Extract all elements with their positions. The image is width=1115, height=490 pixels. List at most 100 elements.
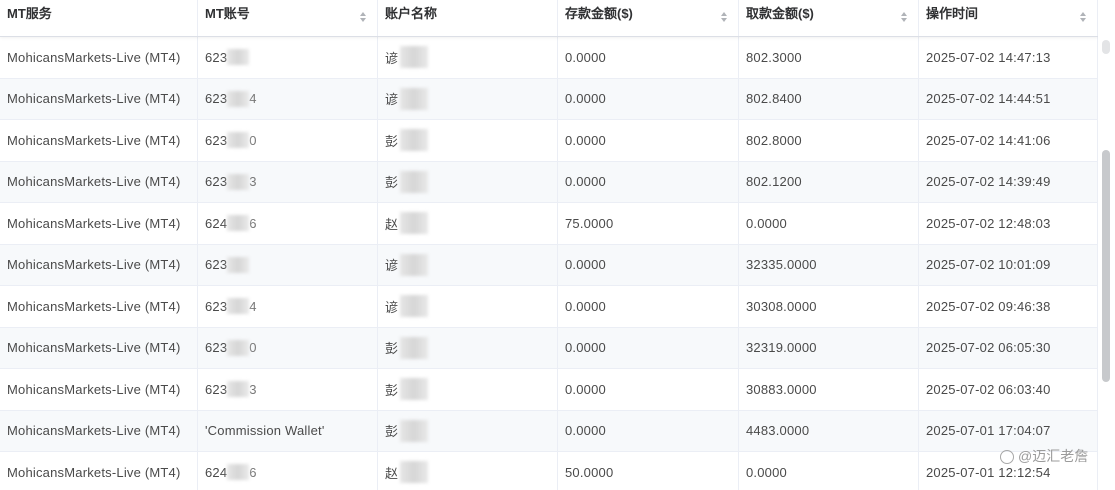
cell-account-name: 谚	[378, 244, 558, 285]
cell-deposit: 50.0000	[558, 452, 739, 490]
deposit-amount: 75.0000	[565, 215, 614, 231]
column-label: MT服务	[7, 5, 52, 21]
withdrawal-amount: 0.0000	[746, 215, 787, 231]
cell-time: 2025-07-02 14:41:06	[919, 120, 1098, 161]
redaction-blur	[227, 215, 250, 232]
mt-service-text: MohicansMarkets-Live (MT4)	[7, 174, 181, 190]
table-row[interactable]: MohicansMarkets-Live (MT4) 623 3 彭 0.0000 802…	[0, 161, 1098, 203]
account-prefix: 623	[205, 132, 228, 148]
cell-mt-account: 'Commission Wallet'	[198, 410, 378, 451]
deposit-amount: 0.0000	[565, 257, 606, 273]
cell-mt-service: MohicansMarkets-Live (MT4)	[0, 286, 198, 327]
cell-withdrawal: 32335.0000	[739, 244, 919, 285]
redaction-blur	[400, 46, 429, 69]
deposit-amount: 50.0000	[565, 464, 614, 480]
mt-service-text: MohicansMarkets-Live (MT4)	[7, 381, 181, 397]
sort-icon[interactable]	[901, 12, 908, 24]
cell-withdrawal: 0.0000	[739, 452, 919, 490]
redaction-blur	[400, 170, 429, 193]
redaction-blur	[400, 129, 429, 152]
cell-time: 2025-07-01 17:04:07	[919, 410, 1098, 451]
redaction-blur	[400, 378, 429, 401]
withdrawal-amount: 0.0000	[746, 464, 787, 480]
table-row[interactable]: MohicansMarkets-Live (MT4) 623 0 彭 0.0000 323…	[0, 327, 1098, 369]
cell-deposit: 0.0000	[558, 244, 739, 285]
cell-withdrawal: 0.0000	[739, 203, 919, 244]
account-suffix: 6	[249, 215, 257, 231]
column-header-mt-service: MT服务	[0, 0, 198, 36]
cell-withdrawal: 32319.0000	[739, 327, 919, 368]
vertical-scrollbar[interactable]	[1098, 0, 1115, 490]
column-header-withdrawal[interactable]: 取款金额($)	[739, 0, 919, 36]
table-row[interactable]: MohicansMarkets-Live (MT4) 623 谚 0.0000 802.…	[0, 37, 1098, 79]
cell-mt-account: 623 4	[198, 286, 378, 327]
sort-icon[interactable]	[1080, 12, 1087, 24]
scroll-thumb-top[interactable]	[1102, 40, 1110, 54]
redaction-blur	[227, 339, 250, 356]
operation-time: 2025-07-02 09:46:38	[926, 298, 1051, 314]
operation-time: 2025-07-02 10:01:09	[926, 257, 1051, 273]
account-prefix: 623	[205, 340, 228, 356]
mt-service-text: MohicansMarkets-Live (MT4)	[7, 91, 181, 107]
cell-mt-service: MohicansMarkets-Live (MT4)	[0, 203, 198, 244]
operation-time: 2025-07-02 06:03:40	[926, 381, 1051, 397]
operation-time: 2025-07-02 14:47:13	[926, 49, 1051, 65]
account-name-prefix: 赵	[385, 216, 399, 232]
cell-deposit: 0.0000	[558, 410, 739, 451]
redaction-blur	[227, 298, 250, 315]
withdrawal-amount: 30883.0000	[746, 381, 817, 397]
redaction-blur	[227, 49, 250, 66]
watermark-text: @迈汇老詹	[1018, 448, 1089, 464]
table-row[interactable]: MohicansMarkets-Live (MT4) 623 谚 0.0000 3233…	[0, 244, 1098, 286]
cell-mt-service: MohicansMarkets-Live (MT4)	[0, 327, 198, 368]
cell-withdrawal: 802.8000	[739, 120, 919, 161]
cell-mt-account: 623 0	[198, 327, 378, 368]
operation-time: 2025-07-02 14:39:49	[926, 174, 1051, 190]
mt-service-text: MohicansMarkets-Live (MT4)	[7, 423, 181, 439]
cell-account-name: 谚	[378, 286, 558, 327]
mt-service-text: MohicansMarkets-Live (MT4)	[7, 49, 181, 65]
deposit-amount: 0.0000	[565, 174, 606, 190]
account-suffix: 4	[249, 298, 257, 314]
table-row[interactable]: MohicansMarkets-Live (MT4) 623 4 谚 0.0000 802…	[0, 78, 1098, 120]
mt-service-text: MohicansMarkets-Live (MT4)	[7, 464, 181, 480]
cell-account-name: 彭	[378, 327, 558, 368]
sort-icon[interactable]	[721, 12, 728, 24]
account-suffix: 4	[249, 91, 257, 107]
column-header-deposit[interactable]: 存款金额($)	[558, 0, 739, 36]
cell-deposit: 0.0000	[558, 369, 739, 410]
mt-service-text: MohicansMarkets-Live (MT4)	[7, 132, 181, 148]
sort-icon[interactable]	[360, 12, 367, 24]
account-name-prefix: 谚	[385, 258, 399, 274]
operation-time: 2025-07-02 12:48:03	[926, 215, 1051, 231]
cell-account-name: 赵	[378, 452, 558, 490]
redaction-blur	[227, 173, 250, 190]
table-row[interactable]: MohicansMarkets-Live (MT4) 624 6 赵 75.0000 0.…	[0, 203, 1098, 245]
table-row[interactable]: MohicansMarkets-Live (MT4) 623 3 彭 0.0000 308…	[0, 369, 1098, 411]
table-row[interactable]: MohicansMarkets-Live (MT4) 'Commission Wa…	[0, 410, 1098, 452]
column-header-mt-account[interactable]: MT账号	[198, 0, 378, 36]
account-name-prefix: 彭	[385, 175, 399, 191]
cell-mt-service: MohicansMarkets-Live (MT4)	[0, 410, 198, 451]
scroll-thumb[interactable]	[1102, 150, 1110, 382]
account-name-prefix: 彭	[385, 382, 399, 398]
cell-account-name: 赵	[378, 203, 558, 244]
cell-withdrawal: 802.1200	[739, 161, 919, 202]
deposit-amount: 0.0000	[565, 91, 606, 107]
cell-mt-service: MohicansMarkets-Live (MT4)	[0, 37, 198, 78]
cell-deposit: 0.0000	[558, 327, 739, 368]
account-suffix: 0	[249, 132, 257, 148]
account-prefix: 'Commission Wallet'	[205, 423, 325, 439]
account-prefix: 623	[205, 257, 228, 273]
redaction-blur	[227, 464, 250, 481]
table-row[interactable]: MohicansMarkets-Live (MT4) 624 6 赵 50.0000 0.…	[0, 452, 1098, 490]
table-row[interactable]: MohicansMarkets-Live (MT4) 623 0 彭 0.0000 802…	[0, 120, 1098, 162]
table-row[interactable]: MohicansMarkets-Live (MT4) 623 4 谚 0.0000 303…	[0, 286, 1098, 328]
column-header-time[interactable]: 操作时间	[919, 0, 1098, 36]
operation-time: 2025-07-02 14:44:51	[926, 91, 1051, 107]
cell-mt-account: 623	[198, 244, 378, 285]
redaction-blur	[400, 336, 429, 359]
account-suffix: 3	[249, 174, 257, 190]
account-prefix: 623	[205, 298, 228, 314]
cell-mt-account: 624 6	[198, 452, 378, 490]
